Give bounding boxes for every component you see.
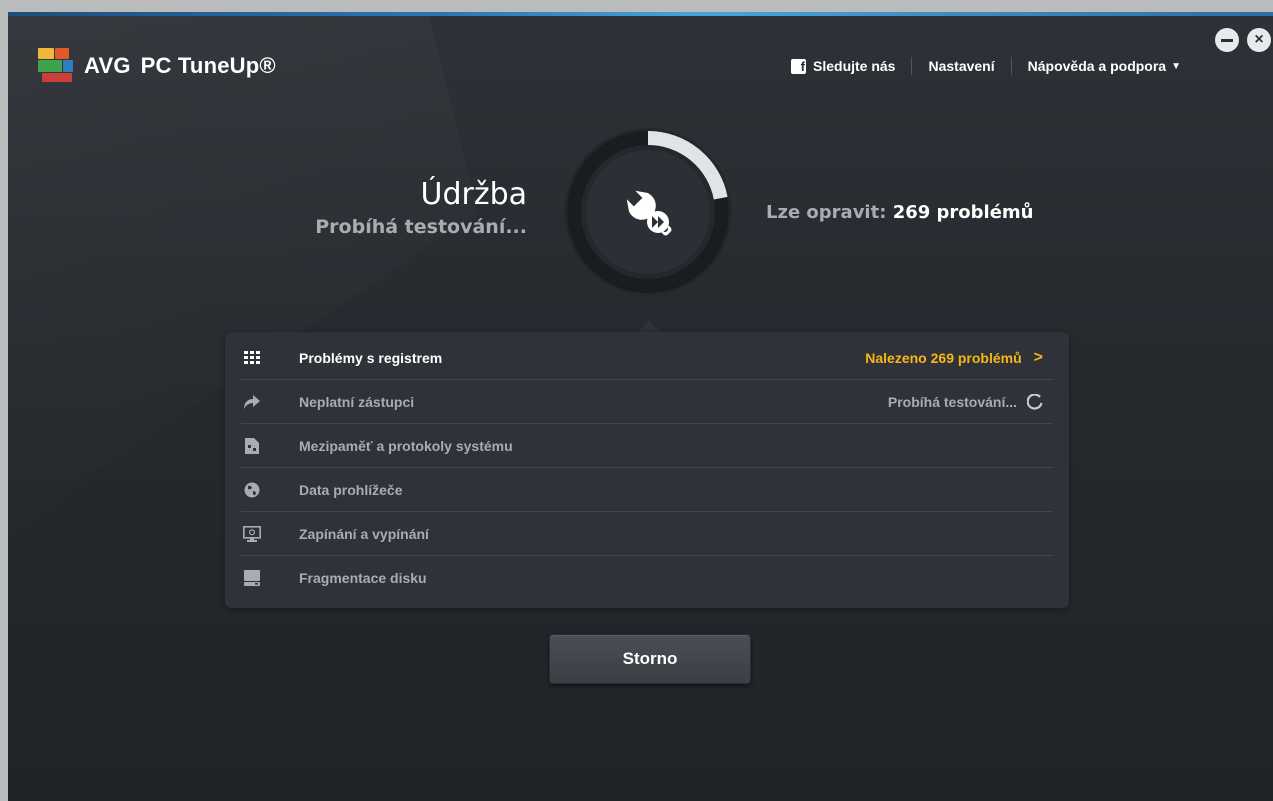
settings-label: Nastavení: [928, 58, 995, 74]
disk-drive-icon: [241, 567, 263, 589]
close-icon: ×: [1254, 31, 1264, 48]
brand-name: AVG: [84, 53, 131, 78]
task-row-registry[interactable]: Problémy s registrem Nalezeno 269 problé…: [241, 336, 1053, 380]
shortcut-arrow-icon: [241, 391, 263, 413]
minimize-button[interactable]: [1215, 28, 1239, 52]
caret-down-icon: ▼: [1171, 60, 1181, 72]
app-title: AVG PC TuneUp®: [84, 53, 276, 79]
task-label: Data prohlížeče: [299, 481, 403, 498]
minimize-icon: [1221, 39, 1233, 42]
top-navigation: f Sledujte nás Nastavení Nápověda a podp…: [791, 57, 1181, 75]
cache-file-icon: [241, 435, 263, 457]
task-row-defrag: Fragmentace disku: [241, 556, 1053, 600]
fixable-label: Lze opravit:: [766, 202, 887, 223]
progress-ring-svg: [564, 128, 732, 296]
task-row-shortcuts: Neplatní zástupci Probíhá testování...: [241, 380, 1053, 424]
registry-grid-icon: [241, 347, 263, 369]
monitor-power-icon: [241, 523, 263, 545]
fixable-summary: Lze opravit: 269 problémů: [766, 202, 1034, 223]
panel-pointer: [638, 320, 660, 332]
task-status-found-link[interactable]: Nalezeno 269 problémů >: [865, 349, 1043, 367]
product-name: PC TuneUp®: [140, 53, 276, 78]
close-button[interactable]: ×: [1247, 28, 1271, 52]
page-title: Údržba: [420, 177, 527, 212]
task-status-text: Probíhá testování...: [887, 393, 1017, 410]
loading-spinner-icon: [1027, 393, 1043, 410]
settings-link[interactable]: Nastavení: [928, 58, 994, 74]
facebook-icon: f: [791, 58, 806, 74]
app-logo: AVG PC TuneUp®: [38, 48, 276, 84]
task-status-text: Nalezeno 269 problémů: [865, 349, 1022, 366]
nav-divider: [911, 57, 913, 75]
cancel-button[interactable]: Storno: [549, 634, 751, 684]
task-panel: Problémy s registrem Nalezeno 269 problé…: [225, 332, 1069, 608]
app-window: AVG PC TuneUp® f Sledujte nás Nastavení N…: [8, 12, 1273, 801]
task-label: Problémy s registrem: [299, 349, 443, 366]
globe-icon: [241, 479, 263, 501]
help-support-menu[interactable]: Nápověda a podpora ▼: [1028, 58, 1181, 74]
task-label: Neplatní zástupci: [299, 393, 415, 410]
follow-us-label: Sledujte nás: [813, 58, 896, 74]
page-status: Probíhá testování...: [315, 216, 527, 238]
task-label: Fragmentace disku: [299, 570, 427, 586]
task-status: Probíhá testování...: [887, 393, 1043, 410]
avg-logo-icon: [38, 48, 78, 84]
top-accent-line: [8, 12, 1273, 16]
task-row-cache: Mezipaměť a protokoly systému: [241, 424, 1053, 468]
task-label: Zapínání a vypínání: [299, 525, 429, 542]
progress-ring: [558, 122, 738, 302]
nav-divider: [1010, 57, 1012, 75]
follow-us-link[interactable]: f Sledujte nás: [791, 58, 895, 74]
task-label: Mezipaměť a protokoly systému: [299, 437, 513, 454]
task-row-startup: Zapínání a vypínání: [241, 512, 1053, 556]
fixable-count: 269 problémů: [892, 202, 1034, 223]
chevron-right-icon: >: [1033, 348, 1043, 366]
task-row-browser: Data prohlížeče: [241, 468, 1053, 512]
hero-heading: Údržba Probíhá testování...: [315, 176, 527, 240]
help-support-label: Nápověda a podpora: [1027, 58, 1167, 74]
